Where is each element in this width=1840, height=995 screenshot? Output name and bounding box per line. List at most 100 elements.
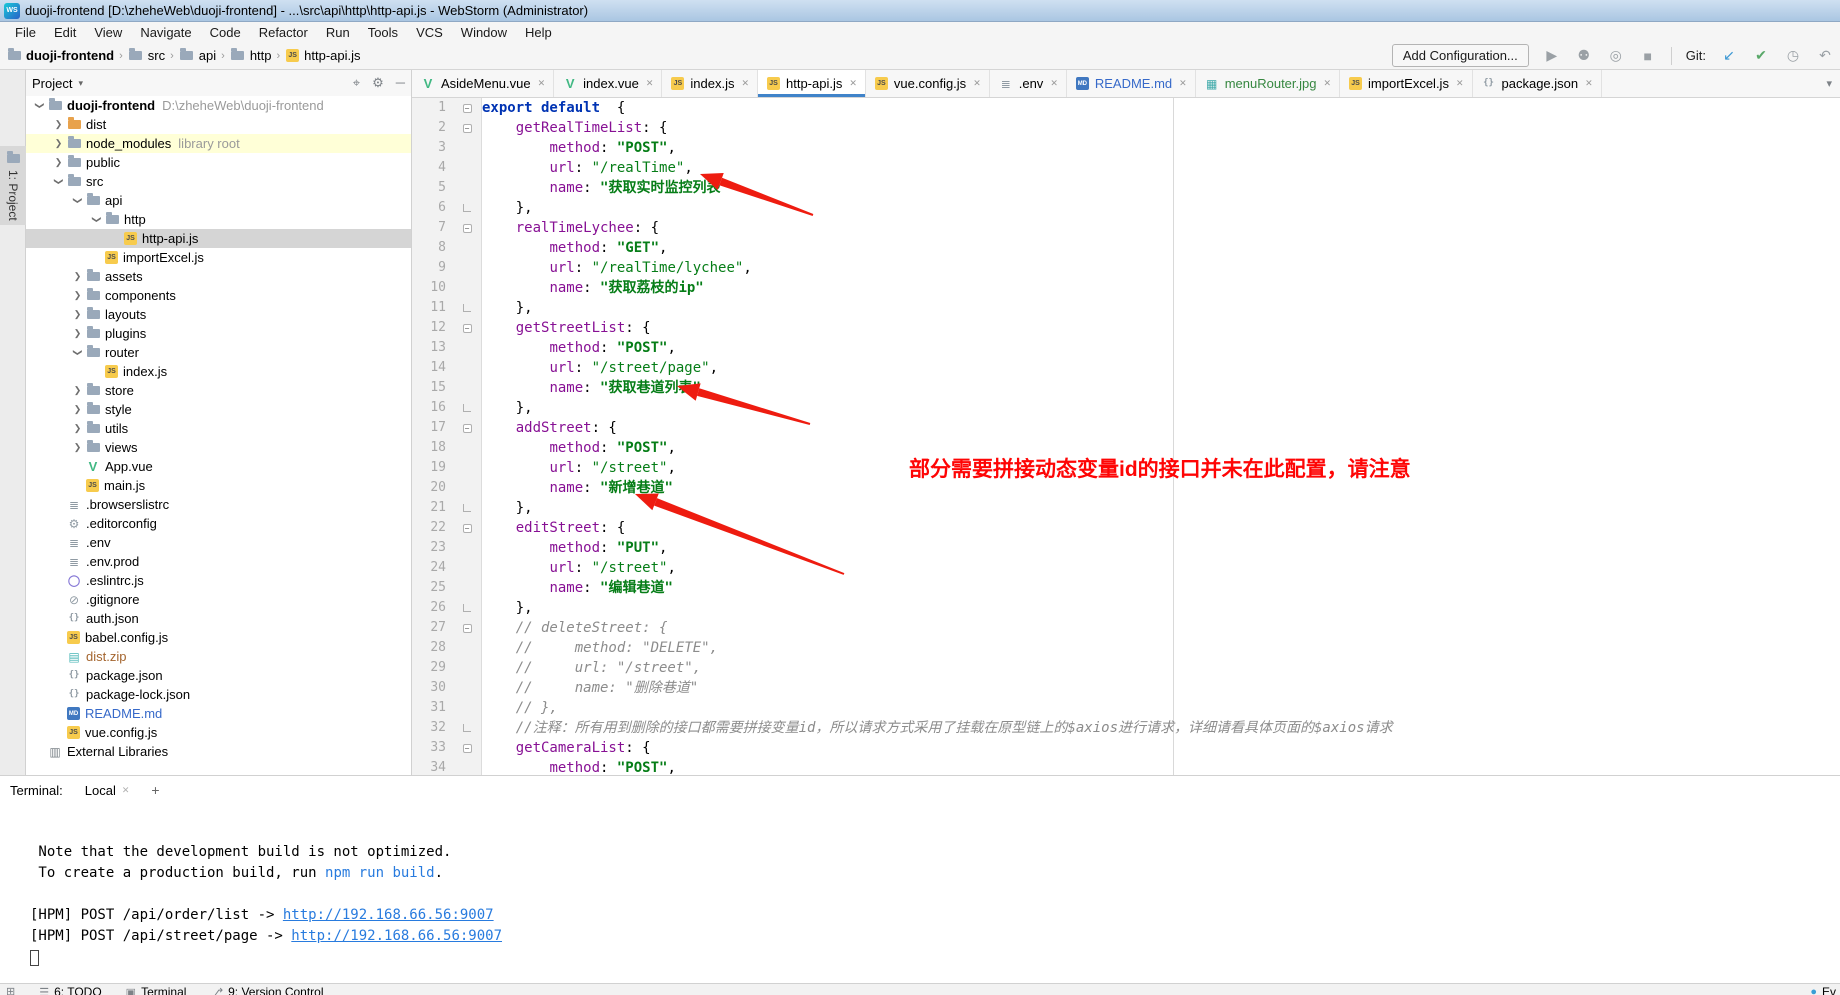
tab-vue-config-js[interactable]: JSvue.config.js✕ <box>866 70 990 97</box>
chevron-right-icon[interactable]: ❯ <box>70 271 85 282</box>
git-commit-icon[interactable]: ✔ <box>1752 47 1770 64</box>
event-log-item[interactable]: ● Ev <box>1810 984 1840 995</box>
code-line-28[interactable]: 28 // method: "DELETE", <box>412 638 1840 658</box>
code-line-7[interactable]: 7− realTimeLychee: { <box>412 218 1840 238</box>
close-icon[interactable]: ✕ <box>1585 78 1593 89</box>
chevron-right-icon[interactable]: ❯ <box>51 138 66 149</box>
menu-item-view[interactable]: View <box>85 23 131 42</box>
tree-item-node_modules[interactable]: ❯node_moduleslibrary root <box>26 134 411 153</box>
tree-item-package-lock-json[interactable]: {}package-lock.json <box>26 685 411 704</box>
code-line-16[interactable]: 16 }, <box>412 398 1840 418</box>
tree-item-readme-md[interactable]: MDREADME.md <box>26 704 411 723</box>
code-line-17[interactable]: 17− addStreet: { <box>412 418 1840 438</box>
status-item-terminal[interactable]: ▣Terminal <box>114 984 199 995</box>
tree-item--eslintrc-js[interactable]: ◯.eslintrc.js <box>26 571 411 590</box>
git-update-icon[interactable]: ↙ <box>1720 47 1738 64</box>
stop-icon[interactable]: ■ <box>1639 48 1657 64</box>
tree-item-dist-zip[interactable]: ▤dist.zip <box>26 647 411 666</box>
code-line-9[interactable]: 9 url: "/realTime/lychee", <box>412 258 1840 278</box>
close-icon[interactable]: ✕ <box>1456 78 1464 89</box>
chevron-down-icon[interactable]: ❯ <box>34 98 45 113</box>
menu-item-window[interactable]: Window <box>452 23 516 42</box>
debug-icon[interactable]: ⚉ <box>1575 47 1593 64</box>
chevron-right-icon[interactable]: ❯ <box>70 309 85 320</box>
tree-item-utils[interactable]: ❯utils <box>26 419 411 438</box>
history-icon[interactable]: ◷ <box>1784 47 1802 64</box>
tree-item-router[interactable]: ❯router <box>26 343 411 362</box>
tree-item-assets[interactable]: ❯assets <box>26 267 411 286</box>
tree-item-package-json[interactable]: {}package.json <box>26 666 411 685</box>
tab-importexcel-js[interactable]: JSimportExcel.js✕ <box>1340 70 1472 97</box>
chevron-down-icon[interactable]: ❯ <box>72 345 83 360</box>
code-line-32[interactable]: 32 //注释：所有用到删除的接口都需要拼接变量id，所以请求方式采用了挂载在原… <box>412 718 1840 738</box>
menu-item-file[interactable]: File <box>6 23 45 42</box>
tree-item-http-api-js[interactable]: JShttp-api.js <box>26 229 411 248</box>
code-line-33[interactable]: 33− getCameraList: { <box>412 738 1840 758</box>
terminal-link[interactable]: http://192.168.66.56:9007 <box>291 928 502 944</box>
tab-list-icon[interactable]: ▾ <box>1826 77 1832 90</box>
code-line-4[interactable]: 4 url: "/realTime", <box>412 158 1840 178</box>
settings-gear-icon[interactable]: ⚙ <box>372 75 384 91</box>
fold-end-icon[interactable] <box>463 404 471 412</box>
chevron-right-icon[interactable]: ❯ <box>70 423 85 434</box>
tab-package-json[interactable]: {}package.json✕ <box>1473 70 1602 97</box>
run-icon[interactable]: ▶ <box>1543 47 1561 64</box>
code-line-15[interactable]: 15 name: "获取巷道列表" <box>412 378 1840 398</box>
fold-collapse-icon[interactable]: − <box>463 104 472 113</box>
add-configuration-button[interactable]: Add Configuration... <box>1392 44 1529 67</box>
new-terminal-icon[interactable]: + <box>151 782 159 798</box>
code-line-14[interactable]: 14 url: "/street/page", <box>412 358 1840 378</box>
chevron-right-icon[interactable]: ❯ <box>70 328 85 339</box>
code-line-27[interactable]: 27− // deleteStreet: { <box>412 618 1840 638</box>
tree-item-importexcel-js[interactable]: JSimportExcel.js <box>26 248 411 267</box>
code-line-13[interactable]: 13 method: "POST", <box>412 338 1840 358</box>
close-icon[interactable]: ✕ <box>1323 78 1331 89</box>
chevron-right-icon[interactable]: ❯ <box>51 119 66 130</box>
close-icon[interactable]: ✕ <box>1050 78 1058 89</box>
tree-item-public[interactable]: ❯public <box>26 153 411 172</box>
locate-file-icon[interactable]: ⌖ <box>353 75 360 91</box>
code-line-11[interactable]: 11 }, <box>412 298 1840 318</box>
breadcrumb-item[interactable]: http <box>230 48 272 64</box>
fold-collapse-icon[interactable]: − <box>463 744 472 753</box>
tree-item-store[interactable]: ❯store <box>26 381 411 400</box>
status-item-6-todo[interactable]: ☰6: TODO <box>27 984 113 995</box>
tree-item--env[interactable]: ≣.env <box>26 533 411 552</box>
fold-collapse-icon[interactable]: − <box>463 124 472 133</box>
tree-item-src[interactable]: ❯src <box>26 172 411 191</box>
chevron-down-icon[interactable]: ▾ <box>78 78 83 89</box>
tree-item--browserslistrc[interactable]: ≣.browserslistrc <box>26 495 411 514</box>
menu-item-vcs[interactable]: VCS <box>407 23 452 42</box>
tree-item-plugins[interactable]: ❯plugins <box>26 324 411 343</box>
tree-item-api[interactable]: ❯api <box>26 191 411 210</box>
code-line-34[interactable]: 34 method: "POST", <box>412 758 1840 775</box>
menu-item-run[interactable]: Run <box>317 23 359 42</box>
chevron-down-icon[interactable]: ❯ <box>91 212 102 227</box>
terminal-cursor[interactable] <box>30 950 39 966</box>
tree-item-style[interactable]: ❯style <box>26 400 411 419</box>
close-icon[interactable]: ✕ <box>646 78 654 89</box>
chevron-right-icon[interactable]: ❯ <box>51 157 66 168</box>
tree-item--gitignore[interactable]: ⊘.gitignore <box>26 590 411 609</box>
close-icon[interactable]: ✕ <box>973 78 981 89</box>
editor-content[interactable]: 1−export default {2− getRealTimeList: {3… <box>412 98 1840 775</box>
code-line-23[interactable]: 23 method: "PUT", <box>412 538 1840 558</box>
menu-item-help[interactable]: Help <box>516 23 561 42</box>
tree-item-auth-json[interactable]: {}auth.json <box>26 609 411 628</box>
code-line-12[interactable]: 12− getStreetList: { <box>412 318 1840 338</box>
chevron-right-icon[interactable]: ❯ <box>70 290 85 301</box>
tree-item-main-js[interactable]: JSmain.js <box>26 476 411 495</box>
hide-panel-icon[interactable]: ─ <box>396 75 405 91</box>
fold-collapse-icon[interactable]: − <box>463 224 472 233</box>
fold-end-icon[interactable] <box>463 504 471 512</box>
chevron-right-icon[interactable]: ❯ <box>70 442 85 453</box>
breadcrumb-item[interactable]: src <box>128 48 165 64</box>
tab--env[interactable]: ≣.env✕ <box>990 70 1067 97</box>
tree-item-babel-config-js[interactable]: JSbabel.config.js <box>26 628 411 647</box>
menu-item-tools[interactable]: Tools <box>359 23 407 42</box>
menu-item-code[interactable]: Code <box>201 23 250 42</box>
tab-index-js[interactable]: JSindex.js✕ <box>662 70 758 97</box>
tree-item-external-libraries[interactable]: ▥External Libraries <box>26 742 411 761</box>
tree-item-dist[interactable]: ❯dist <box>26 115 411 134</box>
close-icon[interactable]: ✕ <box>741 78 749 89</box>
